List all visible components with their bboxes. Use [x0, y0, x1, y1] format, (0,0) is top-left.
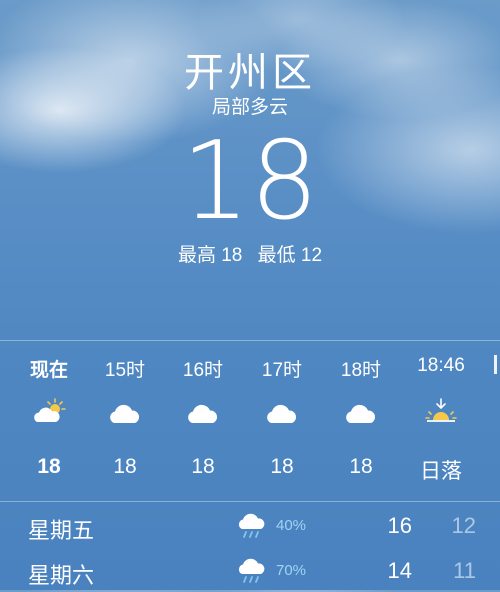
- cloud-icon: [346, 404, 376, 423]
- day-low-temperature: 11: [453, 558, 476, 583]
- hour-temperature: 18: [270, 455, 294, 478]
- precipitation-chance: 40%: [276, 517, 307, 534]
- precipitation-chance: 70%: [276, 562, 307, 579]
- hour-temperature: 18: [113, 455, 137, 478]
- hour-temperature: 18: [37, 455, 61, 478]
- cloud-icon: [267, 404, 297, 423]
- hour-label: 17时: [261, 360, 303, 381]
- hour-label: 现在: [29, 360, 68, 381]
- day-name: 星期五: [28, 518, 95, 543]
- low-temperature: 最低 12: [257, 245, 323, 266]
- daily-forecast-row[interactable]: 星期六 70% 14 11: [0, 548, 500, 592]
- rain-cloud-icon: [238, 558, 265, 583]
- high-temperature: 最高 18: [177, 245, 243, 266]
- city-name: 开州区: [184, 51, 316, 95]
- cloud-icon: [110, 404, 140, 423]
- sunset-icon: [425, 398, 457, 422]
- partly-sunny-icon: [34, 398, 66, 422]
- weather-condition: 局部多云: [211, 97, 288, 118]
- high-low-temperature: 最高 18 最低 12: [0, 240, 500, 267]
- rain-cloud-icon: [238, 513, 265, 538]
- day-high-temperature: 14: [387, 558, 412, 583]
- truncated-label: [494, 355, 497, 374]
- hour-label: 18时: [340, 360, 382, 381]
- hour-label: 15时: [104, 360, 146, 381]
- cloud-icon: [188, 404, 218, 423]
- hour-temperature: 日落: [420, 460, 462, 483]
- day-name: 星期六: [28, 563, 95, 588]
- day-low-temperature: 12: [451, 513, 476, 538]
- hour-label: 16时: [182, 360, 224, 381]
- day-high-temperature: 16: [387, 513, 412, 538]
- hour-label: 18:46: [417, 355, 465, 376]
- hour-temperature: 18: [191, 455, 215, 478]
- daily-forecast-row[interactable]: 星期五 40% 16 12: [0, 503, 500, 547]
- hourly-forecast[interactable]: 现在 18 15时 18 16时 18 17时 18 18时 18 18:46 …: [0, 340, 500, 502]
- current-temperature: 18: [181, 119, 319, 244]
- hour-temperature: 18: [349, 455, 373, 478]
